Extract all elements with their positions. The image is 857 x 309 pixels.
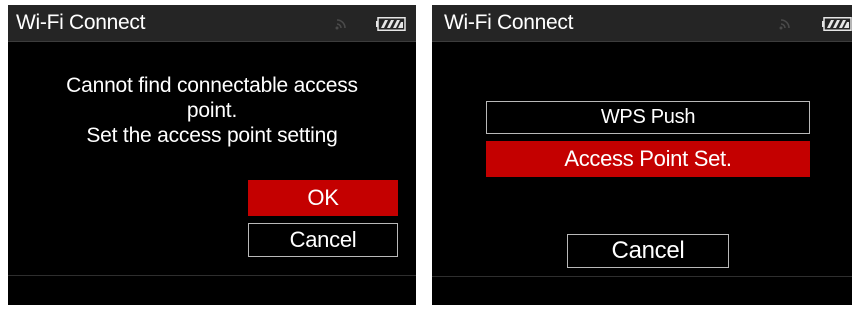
message-line: point. (186, 99, 238, 122)
footer-divider (432, 276, 852, 277)
title-bar: Wi-Fi Connect (432, 5, 852, 41)
message-line: Cannot find connectable access (66, 74, 358, 97)
left-screen: Wi-Fi Connect Cannot find connectable ac… (8, 5, 416, 305)
cancel-button[interactable]: Cancel (248, 223, 398, 257)
screen-title: Wi-Fi Connect (444, 11, 574, 34)
access-point-set-button[interactable]: Access Point Set. (486, 141, 810, 177)
title-divider (8, 41, 416, 42)
footer-divider (8, 275, 416, 276)
message-line: Set the access point setting (86, 124, 338, 147)
battery-icon (376, 17, 406, 31)
title-divider (432, 41, 852, 42)
error-message: Cannot find connectable access point. Se… (8, 73, 416, 148)
screen-title: Wi-Fi Connect (16, 11, 146, 34)
title-bar: Wi-Fi Connect (8, 5, 416, 41)
wifi-signal-icon (779, 19, 790, 30)
wps-push-button[interactable]: WPS Push (486, 101, 810, 134)
wifi-signal-icon (335, 19, 346, 30)
battery-icon (822, 17, 852, 31)
cancel-button[interactable]: Cancel (567, 234, 729, 268)
ok-button[interactable]: OK (248, 180, 398, 216)
right-screen: Wi-Fi Connect WPS Push Access Point Set.… (432, 5, 852, 305)
